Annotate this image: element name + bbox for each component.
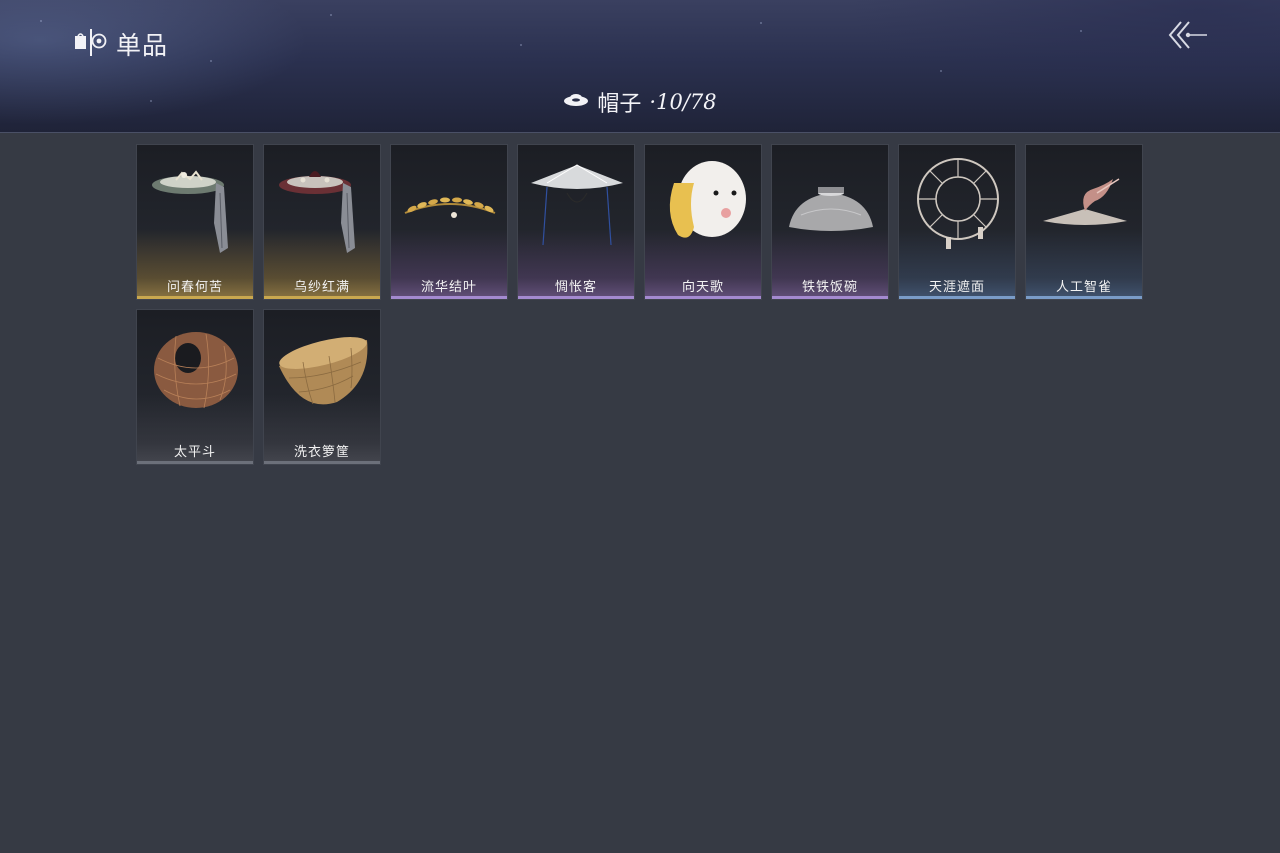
category-count: ·10/78 [649, 90, 717, 114]
item-card[interactable]: 天涯遮面 [898, 144, 1016, 300]
category-name: 帽子 [597, 92, 642, 117]
rarity-bar [391, 296, 507, 299]
back-arrow-icon [1168, 21, 1207, 49]
item-name: 洗衣箩筐 [293, 445, 350, 460]
star-decoration [940, 70, 942, 72]
item-card[interactable]: 向天歌 [644, 144, 762, 300]
duck-hood-icon [669, 161, 746, 238]
back-button[interactable] [1165, 18, 1211, 52]
item-card[interactable]: 流华结叶 [390, 144, 508, 300]
item-name: 乌纱红满 [293, 280, 350, 295]
item-card[interactable]: 问春何苦 [136, 144, 254, 300]
bamboo-hat-icon [531, 164, 623, 246]
rarity-bar [899, 296, 1015, 299]
rarity-bar [772, 296, 888, 299]
veiled-hat-icon [152, 170, 228, 253]
rarity-bar [1026, 296, 1142, 299]
rarity-bar [137, 461, 253, 464]
item-name: 太平斗 [173, 445, 216, 460]
rarity-bar [264, 296, 380, 299]
star-decoration [520, 44, 522, 46]
veiled-hat-red-icon [279, 171, 355, 253]
rarity-bar [264, 461, 380, 464]
wheel-hat-icon [917, 158, 999, 249]
wardrobe-icon [74, 27, 108, 61]
category-header: 帽子 ·10/78 [0, 86, 1280, 118]
item-card[interactable]: 铁铁饭碗 [771, 144, 889, 300]
bird-hat-icon [1043, 178, 1127, 225]
item-card[interactable]: 人工智雀 [1025, 144, 1143, 300]
item-card[interactable]: 惆怅客 [517, 144, 635, 300]
page-title-group: 单品 [74, 26, 168, 62]
rarity-bar [645, 296, 761, 299]
woven-cone-icon [154, 332, 238, 409]
page-title: 单品 [116, 31, 169, 60]
hat-icon [563, 92, 589, 112]
laurel-wreath-icon [404, 197, 496, 218]
star-decoration [40, 20, 42, 22]
rarity-bar [518, 296, 634, 299]
item-name: 问春何苦 [166, 280, 223, 295]
item-name: 流华结叶 [420, 280, 477, 295]
star-decoration [330, 14, 332, 16]
item-name: 向天歌 [681, 280, 724, 295]
item-name: 铁铁饭碗 [801, 280, 858, 295]
star-decoration [760, 22, 762, 24]
item-name: 天涯遮面 [928, 280, 985, 295]
item-name: 人工智雀 [1055, 280, 1112, 295]
iron-bowl-icon [789, 187, 873, 231]
top-banner: 单品 帽子 ·10/78 [0, 0, 1280, 133]
rarity-bar [137, 296, 253, 299]
item-name: 惆怅客 [554, 280, 597, 295]
star-decoration [210, 60, 212, 62]
star-decoration [1080, 30, 1082, 32]
item-card[interactable]: 洗衣箩筐 [263, 309, 381, 465]
laundry-basket-icon [279, 337, 368, 405]
item-card[interactable]: 太平斗 [136, 309, 254, 465]
item-card[interactable]: 乌纱红满 [263, 144, 381, 300]
